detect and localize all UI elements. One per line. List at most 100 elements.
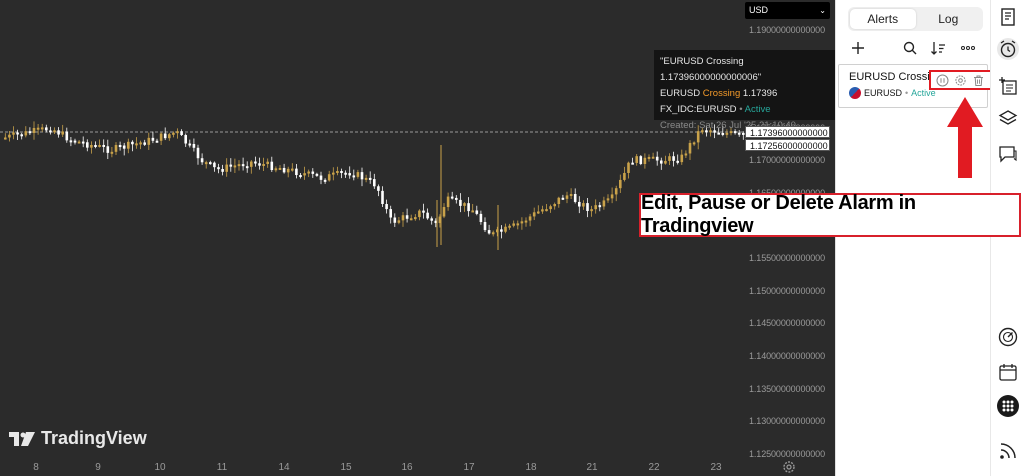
sort-icon[interactable] [930,40,946,56]
candle-body [516,223,520,226]
candle-body [24,131,28,136]
alerts-tab-bar: Alerts Log [848,7,983,31]
chart-settings-gear-icon[interactable] [782,460,796,474]
candle-body [245,166,249,169]
candle-body [356,172,360,177]
annotation-caption-box: Edit, Pause or Delete Alarm in Tradingvi… [639,192,1021,237]
candle-body [639,156,643,164]
chat-icon[interactable] [997,143,1019,165]
candle-body [20,134,23,137]
candle-body [151,137,155,141]
candle-body [430,218,433,221]
candle-body [258,163,261,166]
red-arrow-icon [947,97,983,178]
price-axis-label: 1.12500000000000 [749,448,825,459]
candle-body [299,175,302,178]
tooltip-title: "EURUSD Crossing 1.17396000000000006" [660,56,762,83]
candle-body [135,143,138,146]
candle-body [684,153,688,156]
price-axis-label: 1.19000000000000 [749,25,825,35]
candle-body [524,220,528,223]
candle-body [217,167,220,170]
candle-body [504,226,507,232]
tradingview-logo-text: TradingView [41,428,147,448]
candle-body [627,162,630,173]
alarm-clock-icon[interactable] [997,38,1019,60]
more-icon[interactable] [960,40,976,56]
candle-body [291,168,294,171]
chart-pane[interactable]: 1.190000000000001.185000000000001.180000… [0,0,835,476]
candle-body [676,160,679,163]
candle-body [340,171,343,174]
candle-body [377,186,380,191]
candle-body [86,142,89,148]
candle-body [114,145,118,152]
alert-price-tag: 1.17256000000000 [745,139,830,151]
candle-body [163,133,167,139]
candle-body [344,172,347,175]
candle-body [651,156,655,159]
tooltip-value: 1.17396 [742,88,778,99]
notes-icon[interactable] [997,6,1019,28]
tradingview-logo[interactable]: TradingView [9,428,147,449]
candle-body [573,194,577,202]
date-axis-label: 15 [340,462,352,473]
candle-body [512,223,515,226]
candle-body [57,130,60,135]
speedometer-icon[interactable] [997,326,1019,348]
price-axis-label: 1.15000000000000 [749,285,825,296]
edit-icon[interactable] [954,74,967,87]
tooltip-symbol: EURUSD [660,88,701,99]
pause-icon[interactable] [936,74,949,87]
candle-body [422,210,425,213]
price-axis-label: 1.13500000000000 [749,383,825,394]
candle-body [668,156,671,161]
tooltip-separator: • [739,104,743,115]
rss-icon[interactable] [997,440,1019,462]
candle-body [528,216,532,221]
candle-body [315,173,319,176]
candle-body [647,156,651,159]
candle-body [209,162,212,165]
candle-body [582,203,585,207]
tab-alerts[interactable]: Alerts [850,9,916,29]
candle-body [204,162,208,165]
candle-body [282,167,286,173]
plus-icon[interactable] [850,40,866,56]
candle-body [381,190,384,204]
candle-body [159,133,163,141]
apps-grid-icon[interactable] [997,395,1019,417]
candle-body [200,158,204,163]
candle-body [455,197,458,200]
delete-icon[interactable] [972,74,985,87]
date-axis-label: 23 [710,462,722,473]
candle-body [270,161,274,171]
candle-body [237,164,241,167]
candle-body [655,156,659,161]
alert-card-actions [929,70,992,90]
candle-body [155,140,159,143]
candle-body [598,205,602,208]
search-icon[interactable] [902,40,918,56]
watchlist-add-icon[interactable] [997,75,1019,97]
currency-select[interactable]: USD ⌄ [745,2,830,19]
candle-body [49,130,52,133]
eurusd-flag-icon [849,87,861,99]
alert-name: EURUSD Crossing [849,71,929,83]
candle-body [53,130,56,133]
candle-body [192,143,196,148]
candle-body [565,195,569,199]
tab-log[interactable]: Log [916,9,982,29]
calendar-icon[interactable] [997,361,1019,383]
candle-body [147,137,151,145]
alert-separator: • [905,88,909,98]
candle-body [463,203,466,206]
right-icon-rail [990,0,1024,476]
candle-body [303,173,306,176]
layers-icon[interactable] [997,107,1019,129]
tooltip-status: Active [744,104,771,115]
candle-body [168,134,171,139]
candle-body [635,156,638,163]
candle-body [487,230,491,234]
candle-body [352,175,356,178]
